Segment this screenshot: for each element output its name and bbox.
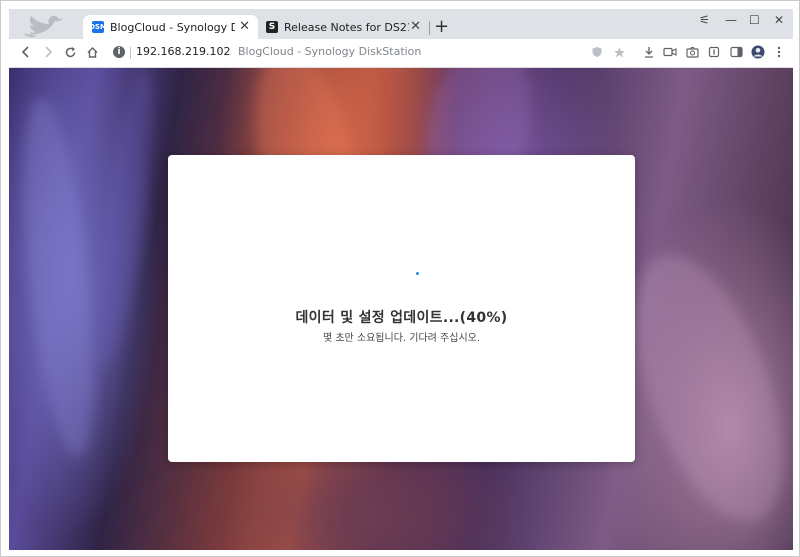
tab-separator: [429, 21, 430, 35]
screenshot-camera-icon[interactable]: [684, 44, 700, 60]
reload-icon[interactable]: [61, 43, 79, 61]
bookmark-star-icon[interactable]: [611, 44, 627, 60]
close-tab-icon[interactable]: ✕: [239, 19, 250, 35]
close-tab-icon[interactable]: ✕: [410, 19, 421, 35]
twitter-bird-watermark-icon: [23, 15, 63, 38]
tab-strip: DSM BlogCloud - Synology DiskStation ✕ S…: [9, 9, 793, 39]
menu-kebab-icon[interactable]: [771, 44, 787, 60]
shield-extension-icon[interactable]: [589, 44, 605, 60]
window-close-icon[interactable]: ✕: [774, 11, 784, 29]
address-host: 192.168.219.102: [136, 45, 231, 58]
wallpaper-streak: [83, 68, 165, 370]
home-icon[interactable]: [83, 43, 101, 61]
address-separator: [130, 47, 131, 59]
synology-s-favicon-icon: S: [266, 21, 278, 33]
reading-mode-icon[interactable]: [706, 44, 722, 60]
browser-window: DSM BlogCloud - Synology DiskStation ✕ S…: [0, 0, 800, 557]
tab-release-notes[interactable]: S Release Notes for DS214play | Synology…: [259, 15, 429, 39]
dsm-background-wallpaper: 데이터 및 설정 업데이트...(40%) 몇 초만 소요됩니다. 기다려 주십…: [9, 68, 793, 550]
forward-icon[interactable]: [39, 43, 57, 61]
maximize-icon[interactable]: ☐: [749, 11, 760, 29]
profile-avatar-icon[interactable]: [750, 44, 766, 60]
video-camera-icon[interactable]: [662, 44, 678, 60]
tab-title: BlogCloud - Synology DiskStation: [110, 20, 235, 34]
progress-subtitle: 몇 초만 소요됩니다. 기다려 주십시오.: [322, 333, 481, 344]
update-progress-dialog: 데이터 및 설정 업데이트...(40%) 몇 초만 소요됩니다. 기다려 주십…: [168, 155, 635, 462]
new-tab-button[interactable]: +: [434, 17, 449, 37]
dsm-favicon-icon: DSM: [89, 21, 107, 33]
back-icon[interactable]: [17, 43, 35, 61]
tab-search-icon[interactable]: ⚟: [699, 11, 710, 29]
site-info-icon[interactable]: i: [113, 46, 125, 58]
progress-title: 데이터 및 설정 업데이트...(40%): [295, 310, 508, 326]
download-icon[interactable]: [641, 44, 657, 60]
tab-blogcloud[interactable]: DSM BlogCloud - Synology DiskStation ✕: [83, 15, 258, 39]
address-page-title: BlogCloud - Synology DiskStation: [237, 45, 422, 58]
side-panel-icon[interactable]: [728, 44, 744, 60]
wallpaper-streak: [10, 95, 108, 461]
minimize-icon[interactable]: —: [725, 11, 737, 29]
tab-title: Release Notes for DS214play | Synology: [284, 20, 409, 34]
browser-toolbar: i 192.168.219.102 BlogCloud - Synology D…: [9, 39, 793, 68]
address-bar[interactable]: 192.168.219.102 BlogCloud - Synology Dis…: [136, 45, 421, 58]
loading-spinner-icon: [416, 272, 419, 275]
